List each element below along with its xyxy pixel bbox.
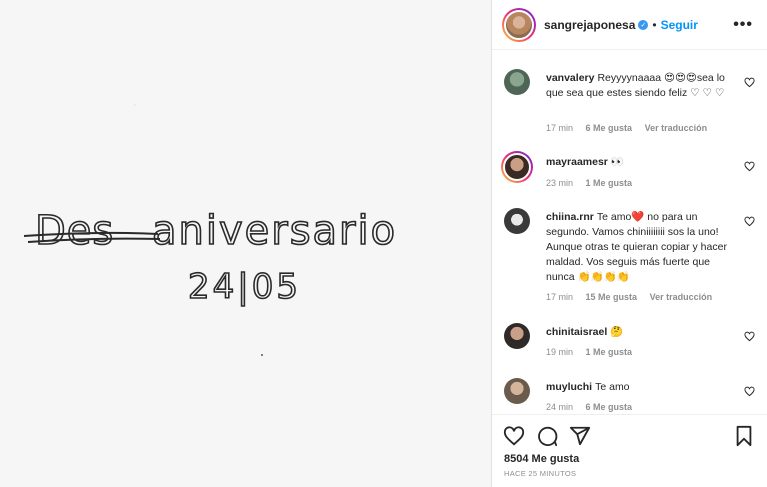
- author-avatar[interactable]: [502, 7, 536, 42]
- post-sidebar: sangrejaponesa ✓ • Seguir ••• vanvalery R…: [491, 0, 767, 487]
- more-options-icon[interactable]: •••: [733, 16, 753, 34]
- translate-link[interactable]: Ver traducción: [650, 292, 713, 302]
- save-bookmark-icon[interactable]: [733, 425, 755, 447]
- commenter-avatar[interactable]: [504, 208, 530, 234]
- like-comment-heart-icon[interactable]: [744, 77, 755, 88]
- image-text-word: aniversario: [152, 208, 397, 254]
- handwritten-note: Des aniversario 24|05: [23, 104, 397, 356]
- comment-likes[interactable]: 6 Me gusta: [586, 402, 633, 412]
- translate-link[interactable]: Ver traducción: [645, 123, 708, 133]
- share-paper-plane-icon[interactable]: [569, 425, 591, 447]
- comment-username[interactable]: muyluchi: [546, 381, 592, 393]
- comment-text: Te amo: [595, 381, 630, 393]
- comment-text: 🤔: [610, 326, 624, 338]
- post-image[interactable]: Des aniversario 24|05: [0, 0, 491, 487]
- like-comment-heart-icon[interactable]: [744, 331, 755, 342]
- comment-username[interactable]: vanvalery: [546, 72, 594, 84]
- commenter-avatar[interactable]: [504, 69, 530, 95]
- comment-time[interactable]: 24 min: [546, 402, 573, 412]
- image-text-struck: Des: [35, 208, 114, 254]
- comment-likes[interactable]: 15 Me gusta: [586, 292, 638, 302]
- comment-time[interactable]: 17 min: [546, 123, 573, 133]
- author-username[interactable]: sangrejaponesa: [544, 18, 635, 32]
- comment-time[interactable]: 19 min: [546, 347, 573, 357]
- comment-username[interactable]: chiina.rnr: [546, 211, 594, 223]
- like-heart-icon[interactable]: [503, 425, 525, 447]
- comment-likes[interactable]: 6 Me gusta: [586, 123, 633, 133]
- post-header: sangrejaponesa ✓ • Seguir •••: [492, 0, 767, 50]
- comment-bubble-icon[interactable]: [536, 425, 558, 447]
- like-comment-heart-icon[interactable]: [744, 161, 755, 172]
- verified-badge-icon: ✓: [638, 19, 649, 30]
- comment-meta: 17 min 15 Me gusta Ver traducción: [546, 292, 722, 302]
- comment-meta: 19 min 1 Me gusta: [546, 347, 642, 357]
- image-text-date: 24|05: [188, 267, 301, 307]
- commenter-avatar[interactable]: [504, 323, 530, 349]
- commenter-avatar[interactable]: [501, 151, 533, 183]
- post-actions: 8504 Me gusta HACE 25 MINUTOS: [492, 414, 767, 487]
- comment-meta: 23 min 1 Me gusta: [546, 178, 642, 188]
- comment-time[interactable]: 23 min: [546, 178, 573, 188]
- commenter-avatar[interactable]: [504, 378, 530, 404]
- comments-list[interactable]: vanvalery Reyyyynaaaa 😍😍😍sea lo que sea q…: [492, 51, 767, 414]
- like-comment-heart-icon[interactable]: [744, 386, 755, 397]
- separator-dot: •: [652, 17, 657, 32]
- comment-meta: 17 min 6 Me gusta Ver traducción: [546, 123, 717, 133]
- comment-likes[interactable]: 1 Me gusta: [586, 347, 633, 357]
- likes-count[interactable]: 8504 Me gusta: [504, 453, 579, 465]
- instagram-post: Des aniversario 24|05 sangrejaponesa ✓ •…: [0, 0, 767, 487]
- comment-username[interactable]: mayraamesr: [546, 156, 608, 168]
- like-comment-heart-icon[interactable]: [744, 216, 755, 227]
- comment-username[interactable]: chinitaisrael: [546, 326, 607, 338]
- comment-text: 👀: [610, 156, 624, 168]
- comment-meta: 24 min 6 Me gusta: [546, 402, 642, 412]
- follow-button[interactable]: Seguir: [661, 18, 698, 32]
- comment-likes[interactable]: 1 Me gusta: [586, 178, 633, 188]
- post-timestamp[interactable]: HACE 25 MINUTOS: [504, 469, 576, 478]
- comment-time[interactable]: 17 min: [546, 292, 573, 302]
